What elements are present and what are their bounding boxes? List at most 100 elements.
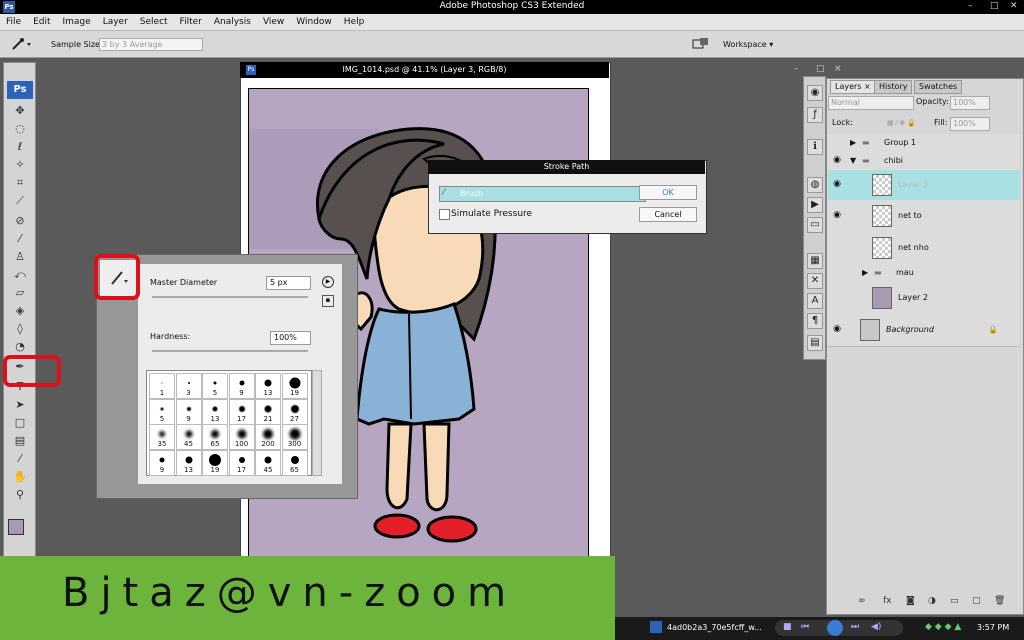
expand-arrow-right-icon[interactable]: ▶ (862, 268, 868, 277)
styles-icon[interactable]: ▶ (807, 197, 823, 213)
magic-wand-icon[interactable]: ✧ (8, 157, 32, 173)
brush-grid-scrollbar[interactable] (312, 370, 322, 476)
menu-filter[interactable]: Filter (174, 17, 208, 27)
brush-preset[interactable]: 65 (281, 449, 308, 476)
brush-preset[interactable]: 19 (281, 373, 308, 399)
fx-icon[interactable]: fx (883, 596, 892, 606)
ok-button[interactable]: OK (639, 185, 697, 200)
menu-file[interactable]: File (0, 17, 27, 27)
foreground-color-swatch[interactable] (8, 519, 24, 535)
brush-preset[interactable]: 200 (255, 424, 281, 450)
workspace-button[interactable]: Workspace ▾ (723, 40, 773, 49)
menu-edit[interactable]: Edit (27, 17, 56, 27)
notes-icon[interactable]: ▤ (8, 433, 32, 449)
hardness-slider[interactable] (152, 350, 308, 352)
expand-arrow-down-icon[interactable]: ▼ (850, 156, 856, 165)
brush-preset[interactable]: 100 (228, 424, 255, 450)
brush-preset[interactable]: 27 (281, 398, 308, 425)
layer-row[interactable]: ▶ ▬ Group 1 (828, 134, 1020, 153)
volume-icon[interactable]: ◀) (871, 622, 881, 632)
paragraph-icon[interactable]: ¶ (807, 313, 823, 329)
shape-icon[interactable]: □ (8, 415, 32, 431)
next-icon[interactable]: ⏭ (851, 622, 859, 632)
brush-preset[interactable]: 17 (228, 398, 255, 425)
fill-input[interactable]: 100% (950, 117, 990, 131)
menu-select[interactable]: Select (134, 17, 174, 27)
minimize-button[interactable]: – (968, 1, 973, 11)
brush-preset[interactable]: 5 (149, 398, 175, 425)
layer-comps-icon[interactable]: ▤ (807, 335, 823, 351)
master-diameter-input[interactable]: 5 px (266, 276, 311, 290)
eraser-icon[interactable]: ▱ (8, 285, 32, 301)
opacity-input[interactable]: 100% (950, 96, 990, 110)
menu-layer[interactable]: Layer (97, 17, 134, 27)
hand-icon[interactable]: ✋ (8, 469, 32, 485)
brush-preset[interactable]: 9 (228, 373, 255, 399)
brush-preset[interactable]: 45 (175, 424, 202, 450)
play-pause-icon[interactable] (827, 620, 843, 636)
layer-row[interactable]: Layer 2 (828, 282, 1020, 315)
menu-analysis[interactable]: Analysis (208, 17, 257, 27)
visibility-eye-icon[interactable]: ◉ (832, 324, 842, 334)
actions-icon[interactable]: ▭ (807, 217, 823, 233)
move-icon[interactable]: ✥ (8, 103, 32, 119)
stroke-tool-select[interactable]: Brush (439, 186, 646, 202)
brush-icon[interactable]: ⁄ (8, 231, 32, 247)
zoom-icon[interactable]: ⚲ (8, 487, 32, 503)
blur-icon[interactable]: ◊ (8, 321, 32, 337)
adjustment-icon[interactable]: ◑ (928, 596, 936, 606)
brush-preset[interactable]: 9 (149, 449, 175, 476)
cancel-button[interactable]: Cancel (639, 207, 697, 222)
expand-arrow-right-icon[interactable]: ▶ (850, 138, 856, 147)
maximize-button[interactable]: □ (990, 1, 999, 11)
tab-layers[interactable]: Layers × (830, 80, 876, 94)
brush-preset[interactable]: 1 (149, 373, 175, 399)
taskbar-item[interactable]: 4ad0b2a3_70e5fcff_w... (667, 623, 762, 632)
media-controls[interactable]: ■ ⏮ ⏭ ◀) (775, 620, 903, 636)
visibility-eye-icon[interactable]: ◉ (832, 210, 842, 220)
hardness-input[interactable]: 100% (270, 331, 311, 345)
menu-view[interactable]: View (257, 17, 290, 27)
brush-preset[interactable]: 5 (202, 373, 228, 399)
brush-preset[interactable]: 9 (175, 398, 202, 425)
brush-preset[interactable]: 13 (255, 373, 281, 399)
visibility-eye-icon[interactable]: ◉ (832, 155, 842, 165)
paint-bucket-icon[interactable]: ◈ (8, 303, 32, 319)
layer-row[interactable]: ◉ net to (828, 200, 1020, 233)
menu-help[interactable]: Help (338, 17, 371, 27)
brush-preset[interactable]: 13 (202, 398, 228, 425)
tool-presets-icon[interactable]: ▦ (807, 253, 823, 269)
dodge-icon[interactable]: ◔ (8, 339, 32, 355)
doc-close-button[interactable]: × (834, 64, 842, 74)
doc-maximize-button[interactable]: □ (816, 64, 825, 74)
lasso-icon[interactable]: ℓ (8, 139, 32, 155)
history-brush-icon[interactable]: ⤺ (8, 267, 32, 283)
stop-icon[interactable]: ■ (783, 622, 792, 632)
marquee-icon[interactable]: ◌ (8, 121, 32, 137)
menu-image[interactable]: Image (57, 17, 97, 27)
panel-menu-icon[interactable]: ▶ (322, 276, 334, 288)
character-icon[interactable]: A (807, 293, 823, 309)
sample-size-select[interactable]: 3 by 3 Average (99, 38, 203, 51)
slice-icon[interactable]: ⟋ (8, 193, 32, 209)
brush-preset[interactable]: 35 (149, 424, 175, 450)
visibility-eye-icon[interactable]: ◉ (832, 179, 842, 189)
brush-preset[interactable]: 21 (255, 398, 281, 425)
layer-row[interactable]: ◉ 🔒 Background (828, 314, 1020, 347)
mask-icon[interactable]: ◙ (906, 596, 915, 606)
workspace-icon[interactable] (692, 37, 710, 51)
brush-preset[interactable]: 45 (255, 449, 281, 476)
navigator-icon[interactable]: ◉ (807, 85, 823, 101)
info-icon[interactable]: ƒ (807, 107, 823, 123)
layer-row[interactable]: net nho (828, 232, 1020, 265)
menu-window[interactable]: Window (290, 17, 338, 27)
path-select-icon[interactable]: ➤ (8, 397, 32, 413)
healing-icon[interactable]: ⊘ (8, 213, 32, 229)
tray-icons[interactable]: ◆ ◆ ◆ ▲ (925, 622, 961, 632)
master-diameter-slider[interactable] (152, 296, 308, 298)
brush-preset[interactable]: 3 (175, 373, 202, 399)
folder-icon[interactable]: ▭ (950, 596, 959, 606)
layer-row[interactable]: ▶ ▬ mau (828, 264, 1020, 283)
blend-mode-select[interactable]: Normal (828, 96, 914, 110)
brushes-icon[interactable]: ℹ (807, 139, 823, 155)
